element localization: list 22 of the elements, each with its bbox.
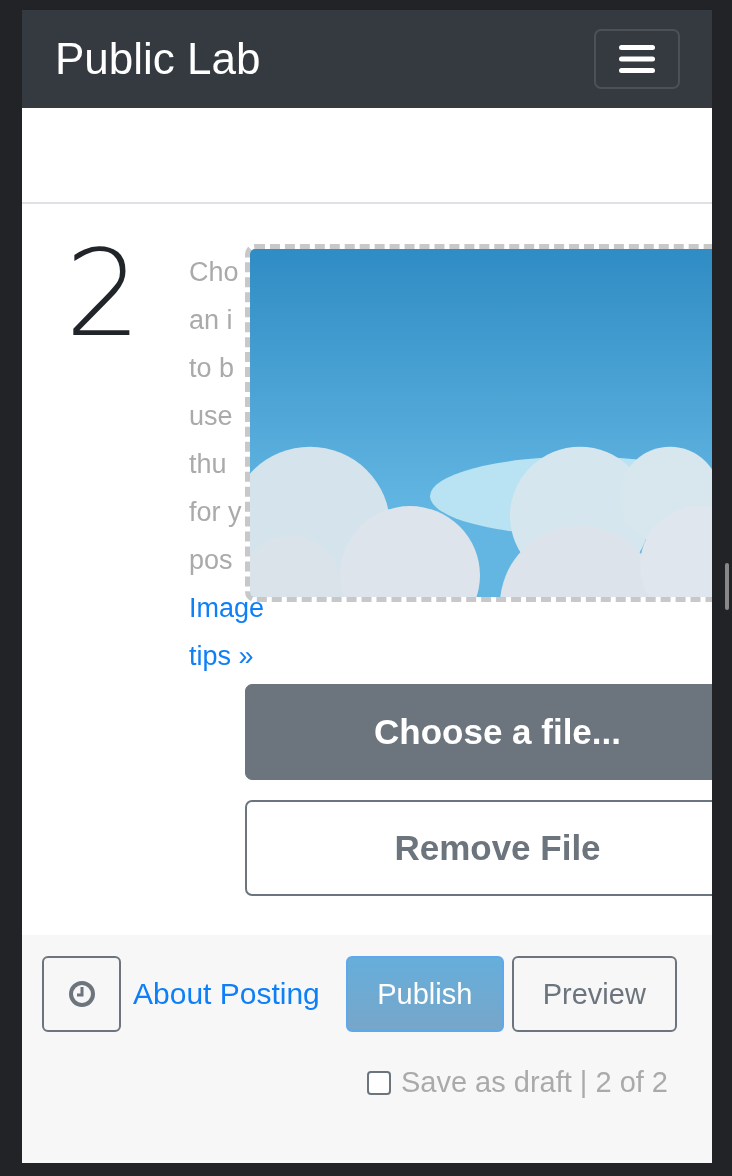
save-draft-label: Save as draft | 2 of 2	[400, 1066, 668, 1099]
remove-file-button[interactable]: Remove File	[245, 800, 712, 896]
publish-button[interactable]: Publish	[345, 956, 504, 1032]
description-text: use	[189, 400, 234, 433]
description-text: for y	[189, 496, 243, 529]
history-button[interactable]	[42, 956, 121, 1032]
description-text: an i	[189, 304, 234, 337]
description-text: Cho	[189, 256, 240, 289]
about-posting-link[interactable]: About Posting	[133, 977, 320, 1011]
preview-button[interactable]: Preview	[511, 956, 677, 1032]
menu-icon	[619, 45, 655, 73]
draft-checkbox[interactable]	[366, 1070, 391, 1095]
menu-button[interactable]	[594, 29, 680, 89]
clock-icon	[67, 980, 96, 1008]
image-tips-link[interactable]: Image tips »	[189, 584, 284, 680]
description-text: pos	[189, 544, 234, 577]
step-number: 2	[65, 234, 142, 354]
scrollbar-thumb[interactable]	[725, 563, 729, 610]
brand-title[interactable]: Public Lab	[55, 34, 261, 84]
description-text: to b	[189, 352, 236, 385]
description-text: thu	[189, 448, 228, 481]
choose-file-button[interactable]: Choose a file...	[245, 684, 712, 780]
